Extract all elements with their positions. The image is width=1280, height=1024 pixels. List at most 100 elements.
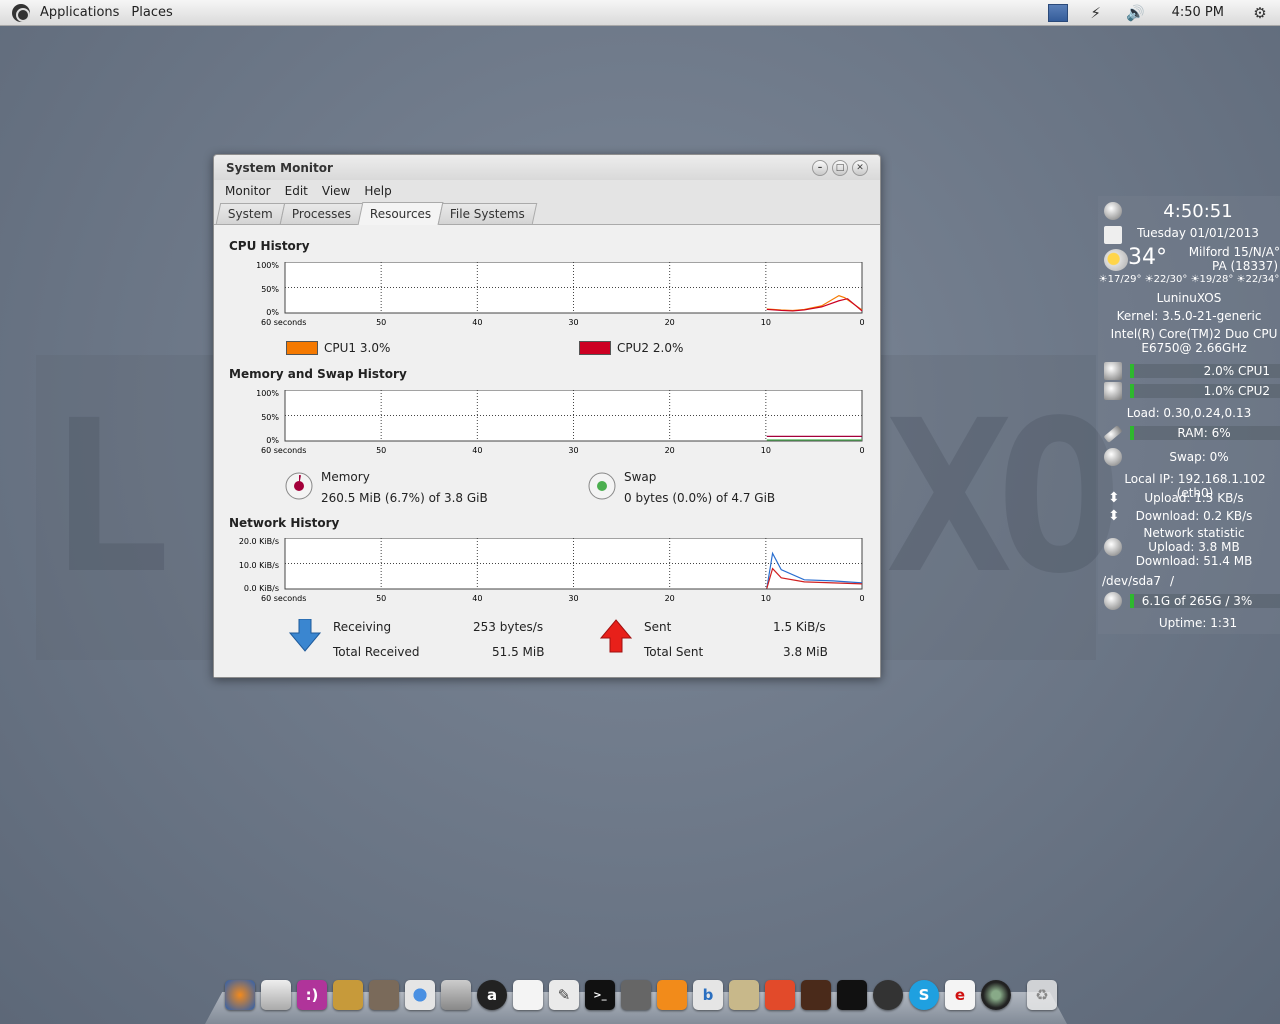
conky-cpu-model-2: E6750@ 2.66GHz xyxy=(1141,341,1247,355)
conky-upload: Upload: 1.5 KB/s xyxy=(1144,491,1244,505)
cpu1-color-swatch[interactable] xyxy=(286,341,318,355)
cpu-graph: 100% 50% 0%60 seconds 50 40 30 20 10 0 xyxy=(256,262,865,327)
conky-mount: / xyxy=(1170,574,1175,588)
conky-kernel: Kernel: 3.5.0-21-generic xyxy=(1116,309,1262,323)
x-tick-label: 10 xyxy=(761,446,771,455)
conky-disk: 6.1G of 265G / 3% xyxy=(1141,594,1253,608)
applications-menu[interactable]: Applications xyxy=(34,0,125,26)
menu-help[interactable]: Help xyxy=(357,184,398,198)
receiving-label: Receiving xyxy=(333,620,392,634)
mouse-icon[interactable] xyxy=(441,980,471,1010)
mixer-icon[interactable] xyxy=(621,980,651,1010)
document-icon[interactable] xyxy=(513,980,543,1010)
browser-e-icon[interactable]: e xyxy=(945,980,975,1010)
minimize-button[interactable]: – xyxy=(812,159,828,176)
camera-icon[interactable] xyxy=(873,980,903,1010)
places-menu[interactable]: Places xyxy=(125,0,178,26)
conky-net-statistic: Network statistic xyxy=(1143,526,1245,540)
x-tick-label: 40 xyxy=(472,318,482,327)
menu-monitor[interactable]: Monitor xyxy=(218,184,278,198)
firefox-icon[interactable] xyxy=(225,980,255,1010)
conky-net-upload: Upload: 3.8 MB xyxy=(1148,540,1240,554)
empathy-chat-icon[interactable]: :) xyxy=(297,980,327,1010)
x-tick-label: 20 xyxy=(665,446,675,455)
menu-view[interactable]: View xyxy=(315,184,357,198)
menu-edit[interactable]: Edit xyxy=(278,184,315,198)
x-tick-label: 10 xyxy=(761,594,771,603)
memory-value: 260.5 MiB (6.7%) of 3.8 GiB xyxy=(321,491,488,505)
conky-hostname: LuninuXOS xyxy=(1156,291,1222,305)
x-tick-label: 0 xyxy=(859,594,864,603)
total-sent-value: 3.8 MiB xyxy=(783,645,828,659)
weather-partly-cloudy-icon xyxy=(1104,249,1128,271)
x-tick-label: 40 xyxy=(472,446,482,455)
amazon-icon[interactable]: a xyxy=(477,980,507,1010)
memory-label: Memory xyxy=(321,470,370,484)
bookmarks-icon[interactable]: b xyxy=(693,980,723,1010)
tab-system[interactable]: System xyxy=(215,203,285,224)
x-tick-label: 50 xyxy=(376,594,386,603)
workspace-switcher-icon[interactable] xyxy=(1047,3,1068,22)
cpu1-value: 3.0% xyxy=(359,341,391,355)
conky-date: Tuesday 01/01/2013 xyxy=(1137,226,1259,240)
tab-processes[interactable]: Processes xyxy=(279,203,364,224)
tools-icon[interactable] xyxy=(765,980,795,1010)
trash-icon[interactable]: ♻ xyxy=(1027,980,1057,1010)
font-icon[interactable] xyxy=(729,980,759,1010)
tab-file-systems[interactable]: File Systems xyxy=(437,203,538,224)
system-monitor-window: System Monitor – □ ✕ Monitor Edit View H… xyxy=(213,154,881,678)
sent-arrow-icon[interactable] xyxy=(600,619,632,653)
speaker-icon[interactable] xyxy=(369,980,399,1010)
archive-icon[interactable] xyxy=(333,980,363,1010)
cpu2-color-swatch[interactable] xyxy=(579,341,611,355)
y-tick-label: 0% xyxy=(266,308,279,317)
cpu1-legend: CPU1 3.0% xyxy=(286,341,390,355)
ubuntu-logo-icon[interactable] xyxy=(12,3,30,22)
resources-panel: CPU History 100% 50% 0% 60 seconds 50 40 30 20 1… xyxy=(214,226,880,677)
conky-widget: 4:50:51 Tuesday 01/01/2013 34° Milford 1… xyxy=(1098,196,1280,634)
network-icon[interactable]: ⚡ xyxy=(1084,3,1108,23)
terminal-icon[interactable]: >_ xyxy=(585,980,615,1010)
swap-value: 0 bytes (0.0%) of 4.7 GiB xyxy=(624,491,776,505)
x-tick-label: 30 xyxy=(568,594,578,603)
conky-uptime: Uptime: 1:31 xyxy=(1158,616,1238,630)
maximize-button[interactable]: □ xyxy=(832,159,848,176)
y-tick-label: 0.0 KiB/s xyxy=(244,584,279,593)
chromium-icon[interactable] xyxy=(405,980,435,1010)
total-sent-label: Total Sent xyxy=(644,645,704,659)
system-monitor-icon[interactable] xyxy=(801,980,831,1010)
total-received-value: 51.5 MiB xyxy=(492,645,545,659)
memory-history-title: Memory and Swap History xyxy=(229,367,407,381)
panel-clock[interactable]: 4:50 PM xyxy=(1172,5,1224,20)
file-cabinet-icon[interactable] xyxy=(261,980,291,1010)
close-button[interactable]: ✕ xyxy=(852,159,868,176)
volume-icon[interactable]: 🔊 xyxy=(1124,3,1148,23)
memory-pie-icon[interactable] xyxy=(284,471,314,501)
sent-label: Sent xyxy=(644,620,672,634)
x-tick-label: 0 xyxy=(859,446,864,455)
cpu-history-title: CPU History xyxy=(229,239,310,253)
y-tick-label: 0% xyxy=(266,436,279,445)
tab-resources[interactable]: Resources xyxy=(357,202,444,225)
conky-cpu1: 2.0% CPU1 xyxy=(1203,364,1270,378)
microphone-icon[interactable] xyxy=(837,980,867,1010)
skype-icon[interactable]: S xyxy=(909,980,939,1010)
conky-temperature: 34° xyxy=(1128,245,1167,270)
x-tick-label: 60 seconds xyxy=(261,446,306,455)
conky-load: Load: 0.30,0.24,0.13 xyxy=(1126,406,1252,420)
receiving-arrow-icon[interactable] xyxy=(289,619,321,653)
y-tick-label: 50% xyxy=(261,413,279,422)
swap-pie-icon[interactable] xyxy=(587,471,617,501)
net-graph: 20.0 KiB/s 10.0 KiB/s 0.0 KiB/s60 seconds 5… xyxy=(239,538,865,603)
webcam-icon[interactable] xyxy=(981,980,1011,1010)
x-tick-label: 50 xyxy=(376,318,386,327)
network-history-title: Network History xyxy=(229,516,340,530)
rss-icon[interactable] xyxy=(657,980,687,1010)
text-editor-icon[interactable]: ✎ xyxy=(549,980,579,1010)
conky-ram: RAM: 6% xyxy=(1177,426,1231,440)
gear-icon[interactable]: ⚙ xyxy=(1248,3,1272,23)
conky-download: Download: 0.2 KB/s xyxy=(1135,509,1253,523)
total-received-label: Total Received xyxy=(333,645,420,659)
window-titlebar[interactable]: System Monitor – □ ✕ xyxy=(214,155,880,180)
cpu2-legend: CPU2 2.0% xyxy=(579,341,683,355)
